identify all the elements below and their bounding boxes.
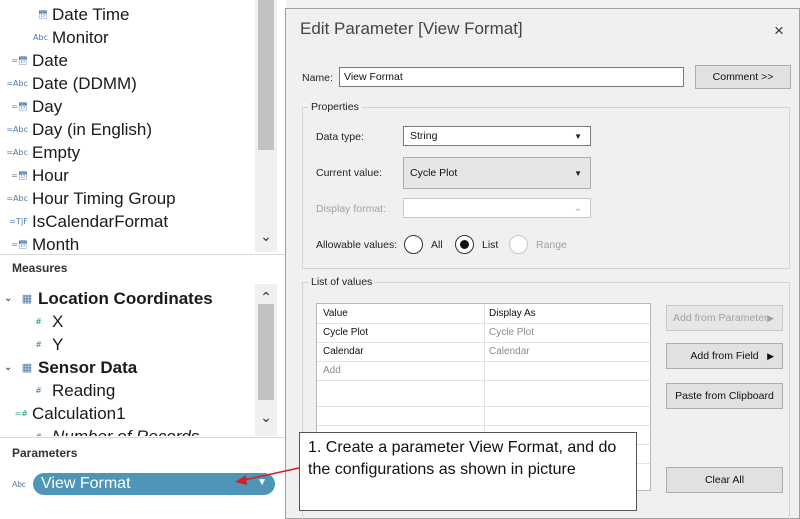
arrow-head-icon (235, 475, 247, 485)
arrow-line (243, 467, 300, 481)
instruction-callout: 1. Create a parameter View Format, and d… (299, 432, 637, 511)
